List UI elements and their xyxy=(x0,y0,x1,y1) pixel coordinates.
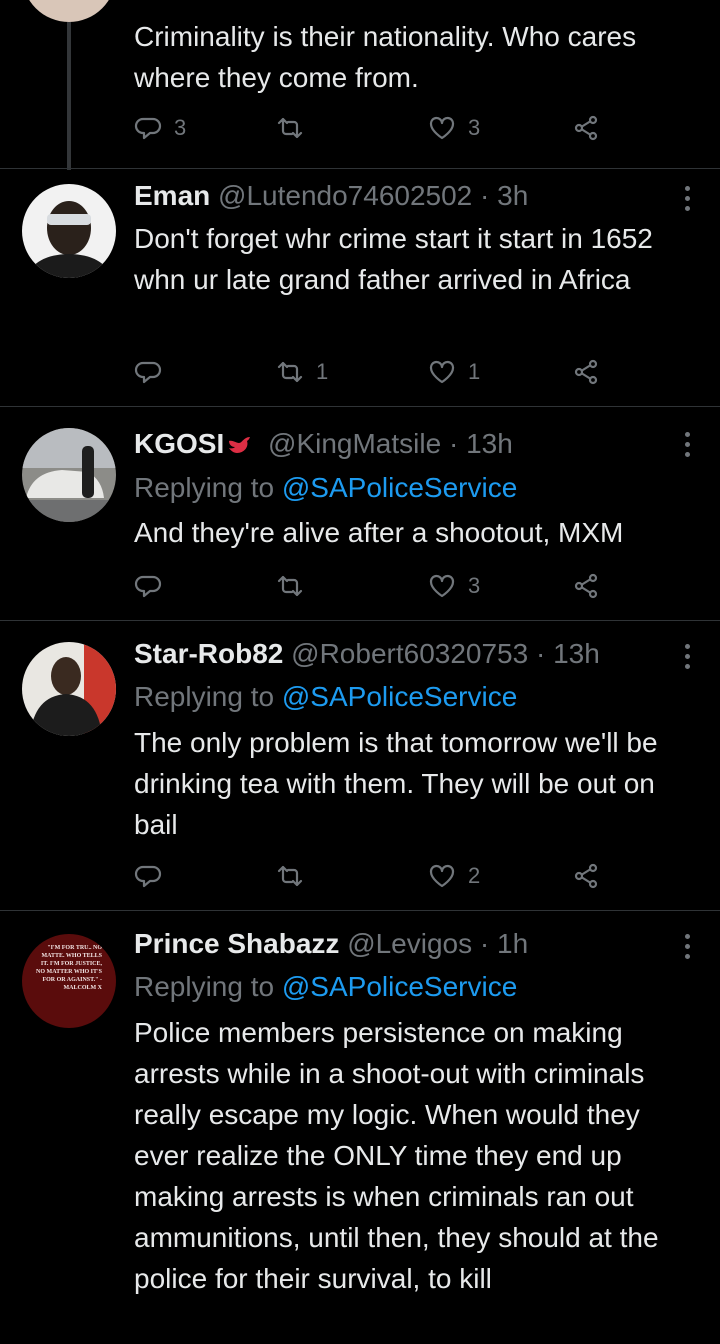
timestamp[interactable]: 3h xyxy=(497,180,528,211)
tweet-actions: 3 xyxy=(134,570,614,602)
share-icon xyxy=(574,573,598,599)
avatar-photo xyxy=(29,201,109,278)
reply-button[interactable] xyxy=(134,860,174,892)
like-button[interactable]: 1 xyxy=(428,356,480,388)
share-button[interactable] xyxy=(572,356,600,388)
user-handle[interactable]: @Robert60320753 xyxy=(291,638,528,669)
display-name[interactable]: KGOSI xyxy=(134,428,224,459)
more-icon[interactable] xyxy=(684,432,692,462)
display-name[interactable]: Star-Rob82 xyxy=(134,638,283,669)
more-icon[interactable] xyxy=(684,186,692,216)
retweet-button[interactable] xyxy=(276,570,316,602)
tweet-text: Police members persistence on making arr… xyxy=(134,1017,659,1294)
tweet-header: Eman @Lutendo74602502 · 3h xyxy=(134,180,529,211)
retweet-button[interactable]: 1 xyxy=(276,356,328,388)
timestamp[interactable]: 1h xyxy=(497,928,528,959)
retweet-button[interactable] xyxy=(276,112,316,144)
reply-button[interactable] xyxy=(134,356,174,388)
reply-button[interactable] xyxy=(134,570,174,602)
user-handle[interactable]: @Lutendo74602502 xyxy=(218,180,472,211)
avatar[interactable]: "I'M FOR TRU.. NO MATTE. WHO TELLS IT. I… xyxy=(22,934,116,1028)
like-button[interactable]: 3 xyxy=(428,570,480,602)
more-icon[interactable] xyxy=(684,934,692,964)
mention-link[interactable]: @SAPoliceService xyxy=(282,681,517,712)
tweet-actions: 1 1 xyxy=(134,356,614,388)
thread-line xyxy=(67,22,71,170)
tweet-text: And they're alive after a shootout, MXM xyxy=(134,517,624,548)
more-icon[interactable] xyxy=(684,644,692,674)
display-name[interactable]: Prince Shabazz xyxy=(134,928,339,959)
mention-link[interactable]: @SAPoliceService xyxy=(282,971,517,1002)
avatar-photo xyxy=(30,642,116,736)
separator xyxy=(0,620,720,621)
tweet-text: Don't forget whr crime start it start in… xyxy=(134,223,653,295)
replying-to: Replying to @SAPoliceService xyxy=(134,472,518,503)
retweet-icon xyxy=(277,117,303,139)
separator xyxy=(0,406,720,407)
tweet-text: The only problem is that tomorrow we'll … xyxy=(134,727,658,840)
tweet-actions: 2 xyxy=(134,860,614,892)
like-icon xyxy=(429,360,455,384)
replying-to: Replying to @SAPoliceService xyxy=(134,681,518,712)
tweet-text: Criminality is their nationality. Who ca… xyxy=(134,21,637,93)
separator xyxy=(0,910,720,911)
like-button[interactable]: 3 xyxy=(428,112,480,144)
replying-to: Replying to @SAPoliceService xyxy=(134,971,518,1002)
reply-icon xyxy=(134,117,162,140)
reply-icon xyxy=(134,361,162,384)
share-icon xyxy=(574,359,598,385)
timestamp[interactable]: 13h xyxy=(466,428,513,459)
avatar[interactable] xyxy=(22,428,116,522)
retweet-button[interactable] xyxy=(276,860,316,892)
tweet-actions: 3 3 xyxy=(134,112,614,144)
retweet-icon xyxy=(277,865,303,887)
tweet-header: Star-Rob82 @Robert60320753 · 13h xyxy=(134,638,600,669)
user-handle[interactable]: @KingMatsile xyxy=(268,428,441,459)
share-icon xyxy=(574,863,598,889)
mention-link[interactable]: @SAPoliceService xyxy=(282,472,517,503)
separator xyxy=(0,168,720,169)
avatar[interactable] xyxy=(22,642,116,736)
reply-icon xyxy=(134,865,162,888)
avatar[interactable] xyxy=(22,184,116,278)
like-icon xyxy=(429,116,455,140)
retweet-icon xyxy=(277,361,303,383)
share-button[interactable] xyxy=(572,570,600,602)
avatar-photo xyxy=(22,428,116,522)
avatar[interactable] xyxy=(22,0,116,22)
like-icon xyxy=(429,864,455,888)
share-button[interactable] xyxy=(572,860,600,892)
tweet-header: KGOSI @KingMatsile · 13h xyxy=(134,428,513,459)
retweet-icon xyxy=(277,575,303,597)
reply-icon xyxy=(134,575,162,598)
like-button[interactable]: 2 xyxy=(428,860,480,892)
user-handle[interactable]: @Levigos xyxy=(347,928,472,959)
display-name[interactable]: Eman xyxy=(134,180,210,211)
tweet-header: Prince Shabazz @Levigos · 1h xyxy=(134,928,529,959)
bird-emoji-icon xyxy=(229,437,251,453)
share-button[interactable] xyxy=(572,112,600,144)
share-icon xyxy=(574,115,598,141)
like-icon xyxy=(429,574,455,598)
reply-button[interactable]: 3 xyxy=(134,112,186,144)
timestamp[interactable]: 13h xyxy=(553,638,600,669)
avatar-quote-text: "I'M FOR TRU.. NO MATTE. WHO TELLS IT. I… xyxy=(36,945,102,991)
